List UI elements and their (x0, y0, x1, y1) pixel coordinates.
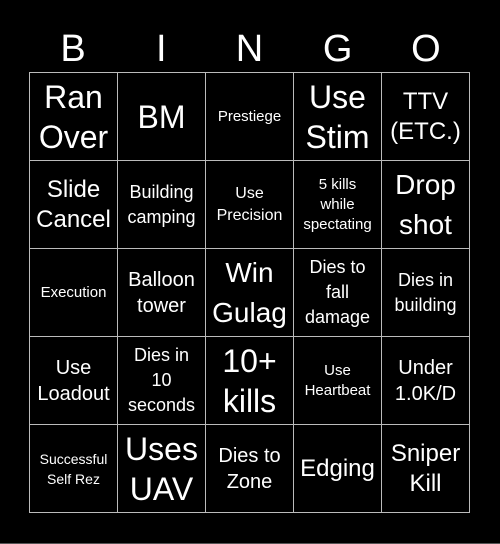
bingo-grid: Ran Over BM Prestiege Use Stim TTV (ETC.… (29, 72, 470, 513)
bingo-cell[interactable]: Balloon tower (118, 249, 206, 337)
header-letter-i: I (156, 28, 167, 70)
bingo-cell[interactable]: Drop shot (382, 161, 470, 249)
bingo-cell[interactable]: 10+ kills (206, 337, 294, 425)
bingo-cell[interactable]: Use Precision (206, 161, 294, 249)
bingo-cell[interactable]: Uses UAV (118, 425, 206, 513)
bingo-cell[interactable]: Use Stim (294, 73, 382, 161)
bingo-cell[interactable]: Under 1.0K/D (382, 337, 470, 425)
header-letter-b: B (60, 28, 86, 70)
bingo-cell[interactable]: Slide Cancel (30, 161, 118, 249)
bingo-cell[interactable]: Dies in building (382, 249, 470, 337)
header-letter-n: N (235, 28, 264, 70)
bingo-header: B I N G O (29, 26, 470, 72)
bingo-cell[interactable]: Win Gulag (206, 249, 294, 337)
bingo-cell[interactable]: BM (118, 73, 206, 161)
bingo-cell[interactable]: Successful Self Rez (30, 425, 118, 513)
bingo-cell[interactable]: Prestiege (206, 73, 294, 161)
bingo-cell[interactable]: Dies in 10 seconds (118, 337, 206, 425)
header-letter-o: O (411, 28, 441, 70)
bingo-cell[interactable]: Use Heartbeat (294, 337, 382, 425)
bingo-cell[interactable]: Building camping (118, 161, 206, 249)
bingo-cell[interactable]: Sniper Kill (382, 425, 470, 513)
bingo-cell[interactable]: TTV (ETC.) (382, 73, 470, 161)
bingo-cell[interactable]: Ran Over (30, 73, 118, 161)
bingo-cell[interactable]: 5 kills while spectating (294, 161, 382, 249)
header-letter-g: G (322, 28, 353, 70)
bingo-cell[interactable]: Dies to Zone (206, 425, 294, 513)
bingo-cell[interactable]: Execution (30, 249, 118, 337)
bingo-cell[interactable]: Use Loadout (30, 337, 118, 425)
bingo-cell[interactable]: Dies to fall damage (294, 249, 382, 337)
bingo-cell[interactable]: Edging (294, 425, 382, 513)
